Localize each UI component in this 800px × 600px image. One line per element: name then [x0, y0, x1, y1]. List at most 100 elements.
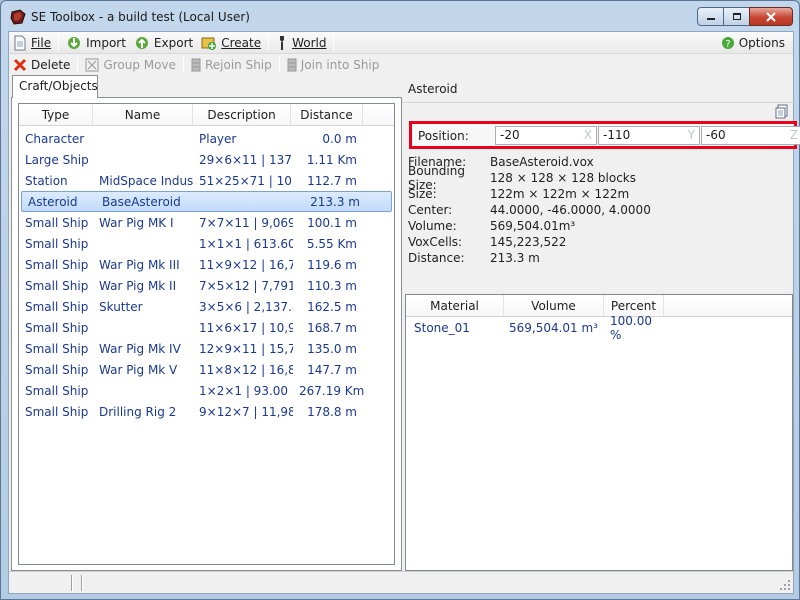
cell-description: 7×7×11 | 9,069.8: [199, 215, 293, 230]
file-icon: [14, 35, 26, 50]
column-material[interactable]: Material: [406, 295, 504, 316]
close-icon: [766, 11, 776, 22]
list-item[interactable]: Character Player 0.0 m: [19, 128, 394, 149]
divider: [402, 102, 795, 103]
position-row: Position: -20 X -110 Y -60 Z: [409, 121, 800, 149]
delete-icon: [13, 58, 27, 72]
cell-distance: 213.3 m: [310, 194, 360, 209]
cell-description: 51×25×71 | 10,4: [199, 173, 293, 188]
group-move-icon: [85, 58, 99, 72]
options-button[interactable]: ? Options: [717, 32, 789, 54]
cell-type: Small Ship: [25, 278, 89, 293]
cell-distance: 147.7 m: [307, 362, 357, 377]
file-menu[interactable]: File: [9, 32, 55, 54]
cell-description: 3×5×6 | 2,137.80: [199, 299, 293, 314]
tab-craft-objects[interactable]: Craft/Objects: [12, 75, 98, 98]
cell-name: War Pig MK I: [99, 215, 174, 230]
details-title: Asteroid: [408, 82, 458, 96]
create-icon: [201, 37, 217, 50]
column-type[interactable]: Type: [19, 104, 93, 125]
list-item[interactable]: Small Ship War Pig Mk II 7×5×12 | 7,791.8 1…: [19, 275, 394, 296]
materials-table[interactable]: Material Volume Percent Stone_01 569,504.…: [405, 294, 793, 571]
list-item[interactable]: Small Ship Skutter 3×5×6 | 2,137.80 162.5 m: [19, 296, 394, 317]
main-toolbar: File Import Export Create World ? Option…: [9, 32, 793, 54]
list-item[interactable]: Small Ship Drilling Rig 2 9×12×7 | 11,983.…: [19, 401, 394, 422]
list-item[interactable]: Station MidSpace Indust 51×25×71 | 10,4 112…: [19, 170, 394, 191]
import-button[interactable]: Import: [62, 32, 130, 54]
resize-grip-icon[interactable]: [779, 579, 791, 591]
list-item[interactable]: Small Ship War Pig MK I 7×7×11 | 9,069.8 10…: [19, 212, 394, 233]
list-header: Type Name Description Distance: [19, 104, 394, 126]
list-item[interactable]: Small Ship 1×2×1 | 93.00 Kg 267.19 Km: [19, 380, 394, 401]
column-volume[interactable]: Volume: [504, 295, 604, 316]
cell-distance: 267.19 Km: [299, 383, 365, 398]
objects-list[interactable]: Type Name Description Distance Character…: [18, 103, 395, 565]
materials-rows: Stone_01 569,504.01 m³ 100.00 %: [406, 314, 792, 342]
copy-icon[interactable]: [775, 104, 789, 119]
column-distance[interactable]: Distance: [291, 104, 363, 125]
cell-type: Small Ship: [25, 215, 89, 230]
list-item[interactable]: Asteroid BaseAsteroid 213.3 m: [21, 191, 392, 212]
list-rows: Character Player 0.0 m Large Ship 29×6×11 | …: [19, 126, 394, 422]
info-label: Volume:: [408, 219, 457, 233]
export-button[interactable]: Export: [130, 32, 197, 54]
list-item[interactable]: Small Ship War Pig Mk V 11×8×12 | 16,88 147…: [19, 359, 394, 380]
column-percent[interactable]: Percent: [604, 295, 664, 316]
cell-description: 1×2×1 | 93.00 Kg: [199, 383, 293, 398]
status-separator: [71, 575, 73, 591]
cell-description: 11×6×17 | 10,91: [199, 320, 293, 335]
cell-description: Player: [199, 131, 237, 146]
cell-type: Large Ship: [25, 152, 89, 167]
column-description[interactable]: Description: [193, 104, 291, 125]
cell-description: 1×1×1 | 613.60 k: [199, 236, 293, 251]
info-row: Volume: 569,504.01m³: [408, 218, 651, 234]
maximize-button[interactable]: [723, 7, 750, 26]
position-y-value: -110: [603, 128, 631, 142]
cell-description: 12×9×11 | 15,77: [199, 341, 293, 356]
cell-name: War Pig Mk IV: [99, 341, 181, 356]
import-label: Import: [86, 35, 126, 50]
close-button[interactable]: [749, 7, 793, 26]
wrench-icon: [280, 35, 285, 50]
info-value: 569,504.01m³: [490, 219, 576, 233]
cell-name: War Pig Mk III: [99, 257, 180, 272]
cell-distance: 0.0 m: [322, 131, 357, 146]
position-x-field[interactable]: -20 X: [495, 126, 597, 145]
cell-description: 29×6×11 | 137,1: [199, 152, 293, 167]
cell-material: Stone_01: [414, 321, 470, 335]
column-name[interactable]: Name: [93, 104, 193, 125]
join-into-ship-button[interactable]: Join into Ship: [283, 54, 384, 76]
delete-button[interactable]: Delete: [9, 54, 74, 76]
position-z-field[interactable]: -60 Z: [701, 126, 800, 145]
list-item[interactable]: Small Ship 1×1×1 | 613.60 k 5.55 Km: [19, 233, 394, 254]
cell-type: Small Ship: [25, 236, 89, 251]
app-icon: [10, 9, 26, 25]
materials-header: Material Volume Percent: [406, 295, 792, 317]
cell-description: 11×9×12 | 16,79: [199, 257, 293, 272]
toolbar-separator: [278, 57, 280, 73]
group-move-button[interactable]: Group Move: [81, 54, 180, 76]
material-row[interactable]: Stone_01 569,504.01 m³ 100.00 %: [406, 314, 792, 342]
cell-distance: 135.0 m: [307, 341, 357, 356]
list-item[interactable]: Small Ship War Pig Mk III 11×9×12 | 16,79 1…: [19, 254, 394, 275]
app-window: SE Toolbox - a build test (Local User) F…: [0, 0, 800, 600]
list-item[interactable]: Small Ship War Pig Mk IV 12×9×11 | 15,77 13…: [19, 338, 394, 359]
window-title: SE Toolbox - a build test (Local User): [31, 10, 250, 24]
cell-name: Drilling Rig 2: [99, 404, 177, 419]
tab-content: Type Name Description Distance Character…: [11, 97, 402, 571]
position-z-value: -60: [706, 128, 726, 142]
position-y-field[interactable]: -110 Y: [598, 126, 700, 145]
toolbar-separator: [77, 57, 79, 73]
world-menu[interactable]: World: [272, 32, 330, 54]
create-button[interactable]: Create: [197, 32, 265, 54]
cell-name: MidSpace Indust: [99, 173, 193, 188]
minimize-button[interactable]: [697, 7, 724, 26]
cell-distance: 168.7 m: [307, 320, 357, 335]
info-row: Bounding Size: 128 × 128 × 128 blocks: [408, 164, 651, 192]
title-bar[interactable]: SE Toolbox - a build test (Local User): [1, 1, 799, 31]
toolbar-separator: [333, 34, 335, 51]
toolbar-separator: [182, 57, 184, 73]
list-item[interactable]: Small Ship 11×6×17 | 10,91 168.7 m: [19, 317, 394, 338]
list-item[interactable]: Large Ship 29×6×11 | 137,1 1.11 Km: [19, 149, 394, 170]
rejoin-ship-button[interactable]: Rejoin Ship: [187, 54, 276, 76]
